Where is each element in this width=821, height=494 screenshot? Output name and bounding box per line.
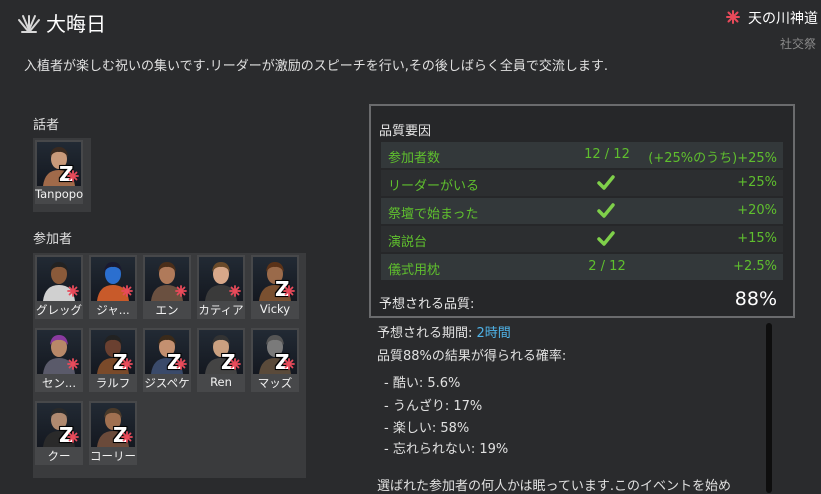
quality-panel: 品質要因 参加者数 12 / 12 (+25%のうち)+25% リーダーがいる +25%…: [369, 104, 795, 318]
pawn-name: カティア: [198, 303, 244, 317]
participant-pawn[interactable]: グレッグ: [35, 255, 83, 319]
expected-quality-label: 予想される品質:: [379, 297, 475, 312]
participant-pawn[interactable]: ジャ...: [89, 255, 137, 319]
quality-factor-row: 演説台 +15%: [381, 226, 783, 252]
check-icon: [596, 173, 616, 193]
ideoligion-icon: [283, 358, 295, 370]
speaker-section-label: 話者: [33, 118, 60, 133]
check-icon: [596, 229, 616, 249]
quality-factor-row: 儀式用枕 2 / 12 +2.5%: [381, 254, 783, 280]
pawn-name: Vicky: [259, 302, 291, 316]
quality-factor-row: 参加者数 12 / 12 (+25%のうち)+25%: [381, 142, 783, 168]
quality-factor-bonus: (+25%のうち)+25%: [648, 151, 777, 166]
quality-factor-bonus: +20%: [737, 203, 777, 218]
participant-pawn[interactable]: Z Vicky: [251, 255, 299, 319]
participants-section-label: 参加者: [33, 232, 73, 247]
ideoligion-icon: [121, 431, 133, 443]
duration-value: 2時間: [476, 326, 511, 341]
pawn-name: エン: [155, 303, 179, 317]
quality-factor-label: 儀式用枕: [388, 263, 441, 278]
ideoligion-name: 天の川神道: [748, 11, 818, 27]
ideoligion-icon: [67, 170, 79, 182]
ideoligion-icon: [175, 358, 187, 370]
meme-label: 社交祭: [780, 37, 817, 51]
pawn-name: ラルフ: [95, 376, 131, 390]
ritual-description: 入植者が楽しむ祝いの集いです.リーダーが激励のスピーチを行い,その後しばらく全員…: [24, 59, 609, 74]
pawn-name: Ren: [210, 375, 232, 389]
quality-panel-title: 品質要因: [379, 124, 432, 139]
ideoligion-icon: [229, 358, 241, 370]
quality-factor-bonus: +15%: [737, 231, 777, 246]
pawn-name: マッズ: [257, 376, 293, 390]
duration-label: 予想される期間:: [377, 326, 477, 341]
ideoligion-icon: [726, 10, 740, 24]
speaker-pawn[interactable]: Z Tanpopo: [35, 140, 83, 204]
participant-pawn[interactable]: Z クー: [35, 401, 83, 465]
quality-factor-label: 祭壇で始まった: [388, 207, 479, 222]
participant-pawn[interactable]: エン: [143, 255, 191, 319]
participant-pawn[interactable]: Z マッズ: [251, 328, 299, 392]
ideoligion-icon: [67, 431, 79, 443]
sleeping-warning: 選ばれた参加者の何人かは眠っています.このイベントを始め: [377, 479, 731, 494]
ideoligion-icon: [121, 358, 133, 370]
quality-factor-bonus: +25%: [737, 175, 777, 190]
participant-pawn[interactable]: Z コーリー: [89, 401, 137, 465]
pawn-name: コーリー: [90, 449, 136, 463]
quality-factor-label: 参加者数: [388, 151, 441, 166]
quality-factor-count: 12 / 12: [584, 147, 630, 162]
expected-quality-value: 88%: [734, 288, 777, 310]
check-icon: [596, 201, 616, 221]
pawn-name: ジャ...: [96, 303, 130, 317]
quality-factor-bonus: +2.5%: [733, 259, 777, 274]
participant-pawn[interactable]: Z ラルフ: [89, 328, 137, 392]
ideoligion-icon: [67, 358, 79, 370]
pawn-name: クー: [47, 449, 71, 463]
pawn-name: Tanpopo: [35, 187, 83, 201]
quality-factor-row: 祭壇で始まった +20%: [381, 198, 783, 224]
pawn-name: ジスペケ: [144, 376, 190, 390]
duration-line: 予想される期間: 2時間: [377, 322, 511, 341]
quality-factor-label: 演説台: [388, 235, 428, 250]
ideoligion-icon: [67, 285, 79, 297]
outcome-item: - 楽しい: 58%: [384, 421, 470, 436]
page-title: 大晦日: [46, 12, 106, 36]
pawn-name: グレッグ: [36, 303, 82, 317]
participant-pawn[interactable]: Z ジスペケ: [143, 328, 191, 392]
outcome-item: - 酷い: 5.6%: [384, 376, 461, 391]
outcome-item: - 忘れられない: 19%: [384, 442, 509, 457]
scrollbar[interactable]: [766, 323, 772, 493]
ideoligion-icon: [121, 285, 133, 297]
quality-factor-row: リーダーがいる +25%: [381, 170, 783, 196]
participant-pawn[interactable]: カティア: [197, 255, 245, 319]
quality-factor-count: 2 / 12: [588, 259, 626, 274]
participant-pawn[interactable]: Z Ren: [197, 328, 245, 392]
quality-factor-label: リーダーがいる: [388, 179, 480, 194]
ideoligion-icon: [229, 285, 241, 297]
ideoligion-icon: [175, 285, 187, 297]
ideoligion-icon: [283, 285, 295, 297]
participant-pawn[interactable]: セン...: [35, 328, 83, 392]
pawn-name: セン...: [42, 376, 76, 390]
ritual-icon: [18, 15, 40, 33]
outcome-chance-label: 品質88%の結果が得られる確率:: [377, 349, 567, 364]
outcome-item: - うんざり: 17%: [384, 399, 483, 414]
